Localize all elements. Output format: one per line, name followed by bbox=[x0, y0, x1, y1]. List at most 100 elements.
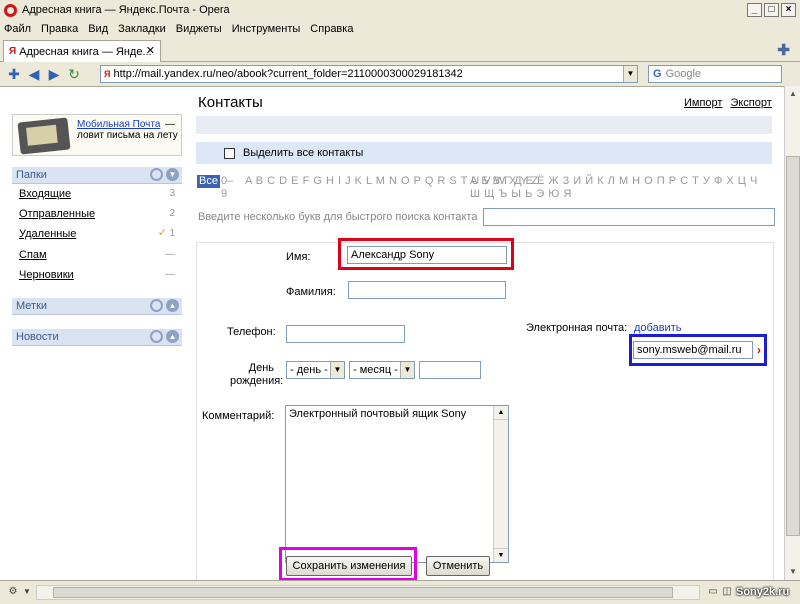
menu-view[interactable]: Вид bbox=[88, 23, 108, 35]
sidebar-item-spam[interactable]: Спам — bbox=[19, 249, 179, 261]
toolbar-strip bbox=[196, 116, 772, 134]
plus-icon[interactable]: ✚ bbox=[5, 65, 23, 83]
address-dropdown-icon[interactable]: ▼ bbox=[623, 66, 637, 82]
birthday-day-select[interactable]: - день - ▼ bbox=[286, 361, 345, 379]
promo-text: ловит письма на лету bbox=[77, 130, 178, 141]
comment-scrollbar[interactable]: ▲ ▼ bbox=[493, 406, 508, 562]
folder-count: — bbox=[165, 249, 175, 260]
filter-digits[interactable]: 0–9 bbox=[221, 175, 235, 201]
news-title: Новости bbox=[16, 331, 59, 343]
google-icon[interactable]: G bbox=[653, 68, 662, 80]
folder-label[interactable]: Спам bbox=[19, 249, 47, 261]
add-email-link[interactable]: добавить bbox=[634, 322, 681, 334]
folder-label[interactable]: Удаленные bbox=[19, 228, 76, 240]
chevron-up-icon[interactable]: ▲ bbox=[166, 299, 179, 312]
mobile-mail-promo[interactable]: Мобильная Почта — ловит письма на лету bbox=[12, 114, 182, 156]
comment-textarea[interactable]: Электронный почтовый ящик Sony ▲ ▼ bbox=[285, 405, 509, 563]
menu-widgets[interactable]: Виджеты bbox=[176, 23, 222, 35]
panel-icon[interactable]: ▭ bbox=[706, 585, 720, 599]
settings-icon[interactable]: ⚙ bbox=[6, 585, 20, 599]
import-export-links: Импорт Экспорт bbox=[684, 97, 772, 109]
minimize-button[interactable]: _ bbox=[747, 3, 762, 17]
quick-search-input[interactable] bbox=[483, 208, 775, 226]
export-link[interactable]: Экспорт bbox=[730, 97, 771, 109]
birthday-label-line2: рождения: bbox=[230, 375, 284, 387]
chevron-down-icon[interactable]: ▼ bbox=[166, 168, 179, 181]
sidebar-item-drafts[interactable]: Черновики — bbox=[19, 269, 179, 281]
news-header[interactable]: Новости ▲ bbox=[12, 329, 182, 346]
select-all-bar[interactable]: Выделить все контакты bbox=[196, 142, 772, 164]
forward-icon[interactable]: ▶ bbox=[45, 65, 63, 83]
watermark: Sony2k.ru bbox=[736, 586, 790, 598]
mobile-mail-link[interactable]: Мобильная Почта bbox=[77, 119, 160, 130]
scroll-down-icon[interactable]: ▼ bbox=[785, 564, 800, 580]
scroll-down-icon[interactable]: ▼ bbox=[494, 548, 508, 562]
new-tab-icon[interactable]: ✚ bbox=[777, 41, 790, 59]
horizontal-scroll-thumb[interactable] bbox=[53, 587, 673, 598]
view-icon[interactable]: ◫ bbox=[720, 585, 734, 599]
scroll-thumb[interactable] bbox=[786, 156, 800, 536]
broom-icon[interactable]: ✓ bbox=[158, 226, 167, 239]
folder-count: — bbox=[165, 269, 175, 280]
back-icon[interactable]: ◀ bbox=[25, 65, 43, 83]
surname-field[interactable] bbox=[348, 281, 506, 299]
gear-icon[interactable] bbox=[150, 299, 163, 312]
filter-all[interactable]: Все bbox=[197, 175, 220, 188]
horizontal-scrollbar[interactable] bbox=[36, 585, 700, 600]
tab-bar: Я Адресная книга — Янде... ✕ ✚ bbox=[0, 38, 800, 62]
tab-close-icon[interactable]: ✕ bbox=[146, 44, 155, 57]
chevron-up-icon[interactable]: ▲ bbox=[166, 330, 179, 343]
surname-label: Фамилия: bbox=[286, 286, 336, 298]
folders-header[interactable]: Папки ▼ bbox=[12, 167, 182, 184]
folders-title: Папки bbox=[16, 169, 47, 181]
cancel-button[interactable]: Отменить bbox=[426, 556, 490, 576]
close-button[interactable]: × bbox=[781, 3, 796, 17]
quick-search-label: Введите несколько букв для быстрого поис… bbox=[198, 211, 478, 223]
folder-label[interactable]: Отправленные bbox=[19, 208, 95, 220]
day-select-value: - день - bbox=[290, 364, 328, 376]
page-scrollbar[interactable]: ▲ ▼ bbox=[784, 86, 800, 580]
comment-label: Комментарий: bbox=[202, 410, 275, 422]
name-highlight-frame bbox=[338, 238, 514, 270]
status-bar: ⚙ ▼ ▭ ◫ Sony2k.ru bbox=[0, 580, 800, 604]
window-title: Адресная книга — Яндекс.Почта - Opera bbox=[22, 4, 230, 16]
scroll-up-icon[interactable]: ▲ bbox=[785, 86, 800, 102]
menu-bookmarks[interactable]: Закладки bbox=[118, 23, 166, 35]
sidebar-item-sent[interactable]: Отправленные 2 bbox=[19, 208, 179, 220]
title-bar: Адресная книга — Яндекс.Почта - Opera _ … bbox=[0, 0, 800, 20]
menu-help[interactable]: Справка bbox=[310, 23, 353, 35]
sidebar-item-inbox[interactable]: Входящие 3 bbox=[19, 188, 179, 200]
folder-label[interactable]: Черновики bbox=[19, 269, 74, 281]
menu-tools[interactable]: Инструменты bbox=[232, 23, 301, 35]
folder-count: 1 bbox=[169, 228, 175, 239]
gear-icon[interactable] bbox=[150, 330, 163, 343]
labels-header[interactable]: Метки ▲ bbox=[12, 298, 182, 315]
menu-edit[interactable]: Правка bbox=[41, 23, 78, 35]
tab-label: Адресная книга — Янде... bbox=[19, 45, 152, 58]
birthday-month-select[interactable]: - месяц - ▼ bbox=[349, 361, 415, 379]
menu-file[interactable]: Файл bbox=[4, 23, 31, 35]
tab-address-book[interactable]: Я Адресная книга — Янде... ✕ bbox=[3, 40, 161, 62]
maximize-button[interactable]: □ bbox=[764, 3, 779, 17]
address-field[interactable]: Я http://mail.yandex.ru/neo/abook?curren… bbox=[100, 65, 638, 83]
site-icon: Я bbox=[104, 69, 111, 79]
month-select-value: - месяц - bbox=[353, 364, 398, 376]
opera-logo-icon bbox=[4, 3, 17, 17]
chevron-down-icon[interactable]: ▼ bbox=[20, 585, 34, 599]
chevron-down-icon: ▼ bbox=[330, 362, 344, 378]
sidebar-item-trash[interactable]: Удаленные ✓ 1 bbox=[19, 226, 179, 240]
reload-icon[interactable]: ↻ bbox=[65, 65, 83, 83]
import-link[interactable]: Импорт bbox=[684, 97, 722, 109]
select-all-checkbox[interactable] bbox=[224, 147, 235, 159]
address-url: http://mail.yandex.ru/neo/abook?current_… bbox=[113, 68, 463, 80]
menu-bar: Файл Правка Вид Закладки Виджеты Инструм… bbox=[0, 20, 800, 38]
folder-count: 2 bbox=[169, 208, 175, 219]
gear-icon[interactable] bbox=[150, 168, 163, 181]
filter-cyrillic[interactable]: А Б В Г Д Е Ё Ж З И Й К Л М Н О П Р С Т … bbox=[470, 175, 770, 201]
search-field[interactable]: G Google bbox=[648, 65, 782, 83]
phone-field[interactable] bbox=[286, 325, 405, 343]
chevron-down-icon: ▼ bbox=[400, 362, 414, 378]
scroll-up-icon[interactable]: ▲ bbox=[494, 406, 508, 420]
birthday-year-field[interactable] bbox=[419, 361, 481, 379]
folder-label[interactable]: Входящие bbox=[19, 188, 71, 200]
